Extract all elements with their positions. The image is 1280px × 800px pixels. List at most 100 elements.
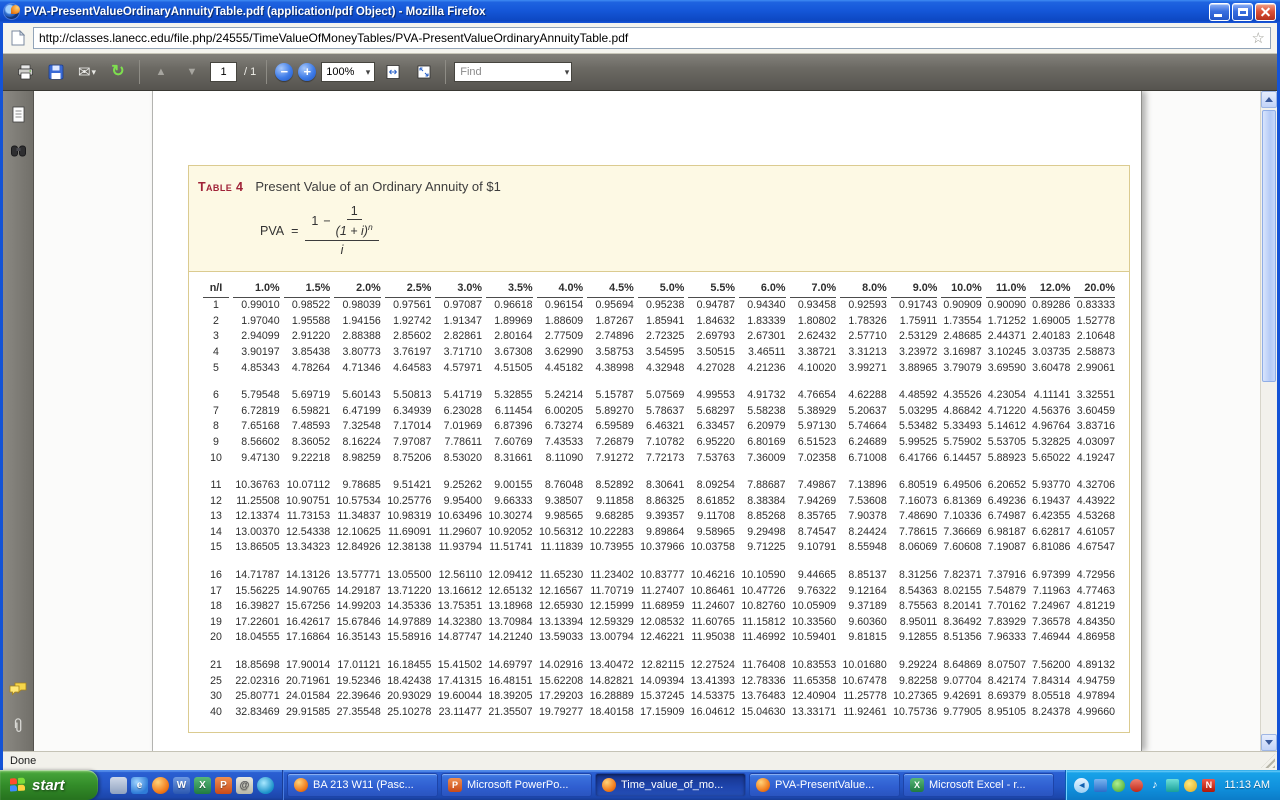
toolbar-separator — [266, 60, 267, 84]
refresh-button[interactable]: ↻ — [105, 59, 131, 85]
scrollbar-track[interactable] — [1261, 108, 1277, 734]
fit-page-button[interactable] — [411, 59, 437, 85]
value-cell: 1.85941 — [638, 314, 685, 330]
powerpoint-icon[interactable]: P — [215, 777, 232, 794]
find-input[interactable] — [460, 66, 564, 78]
value-cell: 9.51421 — [385, 478, 432, 494]
messenger-icon[interactable] — [1166, 779, 1179, 792]
taskbar-button-excel[interactable]: X Microsoft Excel - r... — [903, 773, 1054, 797]
value-cell: 1.87267 — [587, 314, 634, 330]
value-cell: 18.39205 — [486, 689, 533, 705]
value-cell: 6.46321 — [638, 419, 685, 435]
find-box[interactable]: ▾ — [454, 62, 572, 82]
start-button[interactable]: start — [0, 770, 98, 800]
vertical-scrollbar[interactable] — [1260, 91, 1277, 751]
value-cell: 8.86325 — [638, 494, 685, 510]
value-cell: 12.56110 — [435, 568, 482, 584]
value-cell: 16.35143 — [334, 630, 381, 646]
value-cell: 13.71220 — [385, 584, 432, 600]
value-cell: 6.87396 — [486, 419, 533, 435]
close-button[interactable] — [1255, 3, 1276, 21]
value-cell: 2.57710 — [840, 329, 887, 345]
taskbar-button-time-value[interactable]: Time_value_of_mo... — [595, 773, 746, 797]
email-button[interactable]: ✉ ▾ — [74, 59, 100, 85]
hide-icons-chevron[interactable]: ◄ — [1074, 778, 1089, 793]
show-desktop-icon[interactable] — [110, 777, 127, 794]
value-cell: 8.95105 — [986, 705, 1026, 721]
scroll-down-arrow-icon — [1265, 740, 1273, 745]
url-bar[interactable]: ☆ — [33, 27, 1271, 49]
maximize-button[interactable] — [1232, 3, 1253, 21]
comments-panel-button[interactable] — [7, 679, 29, 701]
task-label: Microsoft PowerPo... — [467, 779, 568, 791]
zoom-level-select[interactable]: 100% ▾ — [321, 62, 375, 82]
bookmark-star-icon[interactable]: ☆ — [1249, 31, 1268, 46]
value-cell: 8.24424 — [840, 525, 887, 541]
scheduler-icon[interactable] — [1184, 779, 1197, 792]
value-cell: 20.71961 — [284, 674, 331, 690]
media-player-icon[interactable] — [257, 777, 274, 794]
taskbar-button-powerpoint[interactable]: P Microsoft PowerPo... — [441, 773, 592, 797]
print-button[interactable] — [12, 59, 38, 85]
period-cell: 3 — [203, 329, 229, 345]
value-cell: 8.95011 — [891, 615, 938, 631]
firefox-quicklaunch-icon[interactable] — [152, 777, 169, 794]
value-cell: 5.89270 — [587, 404, 634, 420]
taskbar-button-ba213[interactable]: BA 213 W11 (Pasc... — [287, 773, 438, 797]
bookmarks-panel-button[interactable] — [7, 139, 29, 161]
value-cell: 7.97087 — [385, 435, 432, 451]
value-cell: 5.50813 — [385, 388, 432, 404]
find-dropdown-caret[interactable]: ▾ — [565, 68, 570, 77]
resize-grip[interactable] — [1261, 754, 1275, 768]
title-bar[interactable]: PVA-PresentValueOrdinaryAnnuityTable.pdf… — [0, 0, 1280, 23]
value-cell: 1.95588 — [284, 314, 331, 330]
fit-width-button[interactable] — [380, 59, 406, 85]
page-number-input[interactable] — [210, 62, 237, 82]
zoom-out-button[interactable]: − — [275, 63, 293, 81]
mail-icon[interactable]: @ — [236, 777, 253, 794]
value-cell: 10.82760 — [739, 599, 786, 615]
internet-explorer-icon[interactable]: e — [131, 777, 148, 794]
value-cell: 16.28889 — [587, 689, 634, 705]
value-cell: 4.84350 — [1074, 615, 1115, 631]
value-cell: 0.94787 — [688, 298, 735, 314]
rate-column-header: 1.5% — [284, 280, 331, 298]
scroll-up-button[interactable] — [1261, 91, 1277, 108]
security-shield-icon[interactable] — [1130, 779, 1143, 792]
zoom-in-button[interactable]: + — [298, 63, 316, 81]
value-cell: 4.53268 — [1074, 509, 1115, 525]
period-cell: 21 — [203, 658, 229, 674]
taskbar-button-pva[interactable]: PVA-PresentValue... — [749, 773, 900, 797]
pdf-viewer[interactable]: Table 4 Present Value of an Ordinary Ann… — [34, 91, 1260, 751]
value-cell: 19.52346 — [334, 674, 381, 690]
value-cell: 10.22283 — [587, 525, 634, 541]
value-cell: 3.67308 — [486, 345, 533, 361]
minimize-button[interactable] — [1209, 3, 1230, 21]
value-cell: 7.26879 — [587, 435, 634, 451]
excel-icon[interactable]: X — [194, 777, 211, 794]
scroll-down-button[interactable] — [1261, 734, 1277, 751]
save-button[interactable] — [43, 59, 69, 85]
pages-panel-button[interactable] — [7, 103, 29, 125]
value-cell: 3.46511 — [739, 345, 786, 361]
value-cell: 2.67301 — [739, 329, 786, 345]
value-cell: 13.70984 — [486, 615, 533, 631]
value-cell: 11.27407 — [638, 584, 685, 600]
word-icon[interactable]: W — [173, 777, 190, 794]
value-cell: 7.94269 — [790, 494, 837, 510]
scrollbar-thumb[interactable] — [1262, 110, 1276, 382]
updates-icon[interactable] — [1112, 779, 1125, 792]
value-cell: 8.76048 — [537, 478, 584, 494]
previous-page-button[interactable]: ▲ — [148, 59, 174, 85]
next-page-button[interactable]: ▼ — [179, 59, 205, 85]
value-cell: 7.70162 — [986, 599, 1026, 615]
value-cell: 3.10245 — [986, 345, 1026, 361]
url-input[interactable] — [39, 31, 1249, 45]
value-cell: 6.23028 — [435, 404, 482, 420]
network-icon[interactable] — [1094, 779, 1107, 792]
volume-icon[interactable]: ♪ — [1148, 779, 1161, 792]
annuity-table-container: Table 4 Present Value of an Ordinary Ann… — [188, 165, 1130, 733]
norton-icon[interactable]: N — [1202, 779, 1215, 792]
attachments-panel-button[interactable] — [7, 715, 29, 737]
value-cell: 5.33493 — [941, 419, 981, 435]
